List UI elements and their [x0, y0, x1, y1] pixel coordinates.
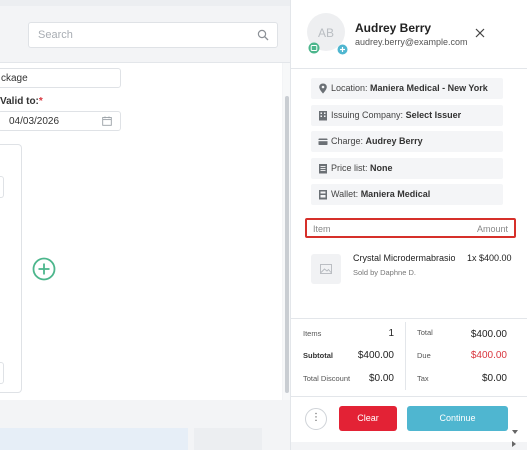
wallet-row[interactable]: Wallet: Maniera Medical — [311, 184, 503, 205]
left-scrollbar-thumb[interactable] — [285, 96, 289, 393]
valid-to-label: Valid to:* — [0, 96, 43, 107]
price-list-text: Price list: None — [331, 163, 393, 173]
charge-row[interactable]: Charge: Audrey Berry — [311, 131, 503, 152]
panel-bottom-strip — [291, 442, 527, 450]
continue-button[interactable]: Continue — [407, 406, 508, 431]
footer-bar-right — [194, 428, 262, 450]
left-pane: Search ckage Valid to:* 04/03/2026 — [0, 0, 290, 450]
items-count-value: 1 — [388, 328, 394, 339]
add-circle-icon[interactable] — [32, 257, 56, 281]
tag-icon — [308, 42, 320, 54]
due-label: Due — [417, 351, 431, 360]
package-name-field[interactable]: ckage — [0, 68, 121, 88]
totals-divider — [291, 318, 527, 319]
due-value: $400.00 — [470, 350, 507, 361]
wallet-icon — [319, 190, 327, 200]
issuing-company-text: Issuing Company: Select Issuer — [331, 110, 462, 120]
close-icon[interactable] — [475, 28, 485, 38]
card-icon — [318, 138, 328, 145]
tax-label: Tax — [417, 374, 429, 383]
clear-button[interactable]: Clear — [339, 406, 397, 431]
panel-handle-bottom — [0, 362, 4, 384]
scroll-right-icon[interactable] — [510, 440, 518, 448]
issuing-company-row[interactable]: Issuing Company: Select Issuer — [311, 105, 503, 126]
more-options-button[interactable]: ⋮ — [305, 408, 327, 430]
total-discount-label: Total Discount — [303, 374, 351, 383]
totals-column-divider — [405, 322, 406, 390]
location-text: Location: Maniera Medical - New York — [331, 83, 488, 93]
line-item-sold-by: Sold by Daphne D. — [353, 268, 416, 277]
valid-to-date-field[interactable]: 04/03/2026 — [0, 111, 121, 131]
required-marker: * — [38, 96, 43, 107]
more-vertical-icon: ⋮ — [311, 412, 321, 423]
search-placeholder: Search — [38, 29, 73, 41]
items-count-label: Items — [303, 329, 322, 338]
calendar-icon[interactable] — [102, 116, 112, 126]
package-name-value: ckage — [1, 73, 28, 84]
footer-bar-left — [0, 428, 188, 450]
building-icon — [319, 111, 327, 121]
checkout-panel: AB Audrey Berry audrey.berry@example.com… — [290, 0, 527, 450]
panel-handle-top — [0, 176, 4, 198]
location-pin-icon — [319, 83, 327, 94]
search-input[interactable]: Search — [28, 22, 278, 48]
line-item-qty-amount: 1x $400.00 — [467, 253, 512, 263]
scroll-down-icon[interactable] — [511, 428, 519, 436]
wallet-text: Wallet: Maniera Medical — [331, 189, 431, 199]
items-table-header: Item Amount — [305, 218, 516, 238]
add-badge-icon — [337, 44, 348, 55]
subtotal-label: Subtotal — [303, 351, 333, 360]
total-discount-value: $0.00 — [368, 373, 394, 384]
location-row[interactable]: Location: Maniera Medical - New York — [311, 78, 503, 99]
customer-email: audrey.berry@example.com — [355, 37, 468, 47]
actions-divider — [291, 396, 527, 397]
column-header-amount: Amount — [476, 224, 508, 234]
list-icon — [319, 164, 327, 174]
header-divider — [291, 68, 527, 69]
total-value: $400.00 — [470, 329, 507, 340]
image-placeholder-icon — [320, 264, 332, 274]
tax-value: $0.00 — [481, 373, 507, 384]
subtotal-value: $400.00 — [357, 350, 394, 361]
customer-name: Audrey Berry — [355, 21, 432, 35]
charge-text: Charge: Audrey Berry — [331, 136, 423, 146]
line-item-thumbnail — [311, 254, 341, 284]
price-list-row[interactable]: Price list: None — [311, 158, 503, 179]
total-label: Total — [417, 328, 433, 337]
valid-to-date-value: 04/03/2026 — [9, 116, 60, 127]
top-strip — [0, 0, 290, 6]
column-header-item: Item — [313, 224, 331, 234]
avatar-initials: AB — [317, 26, 334, 40]
search-icon[interactable] — [257, 29, 269, 41]
line-item-name[interactable]: Crystal Microdermabrasion — [353, 253, 455, 263]
